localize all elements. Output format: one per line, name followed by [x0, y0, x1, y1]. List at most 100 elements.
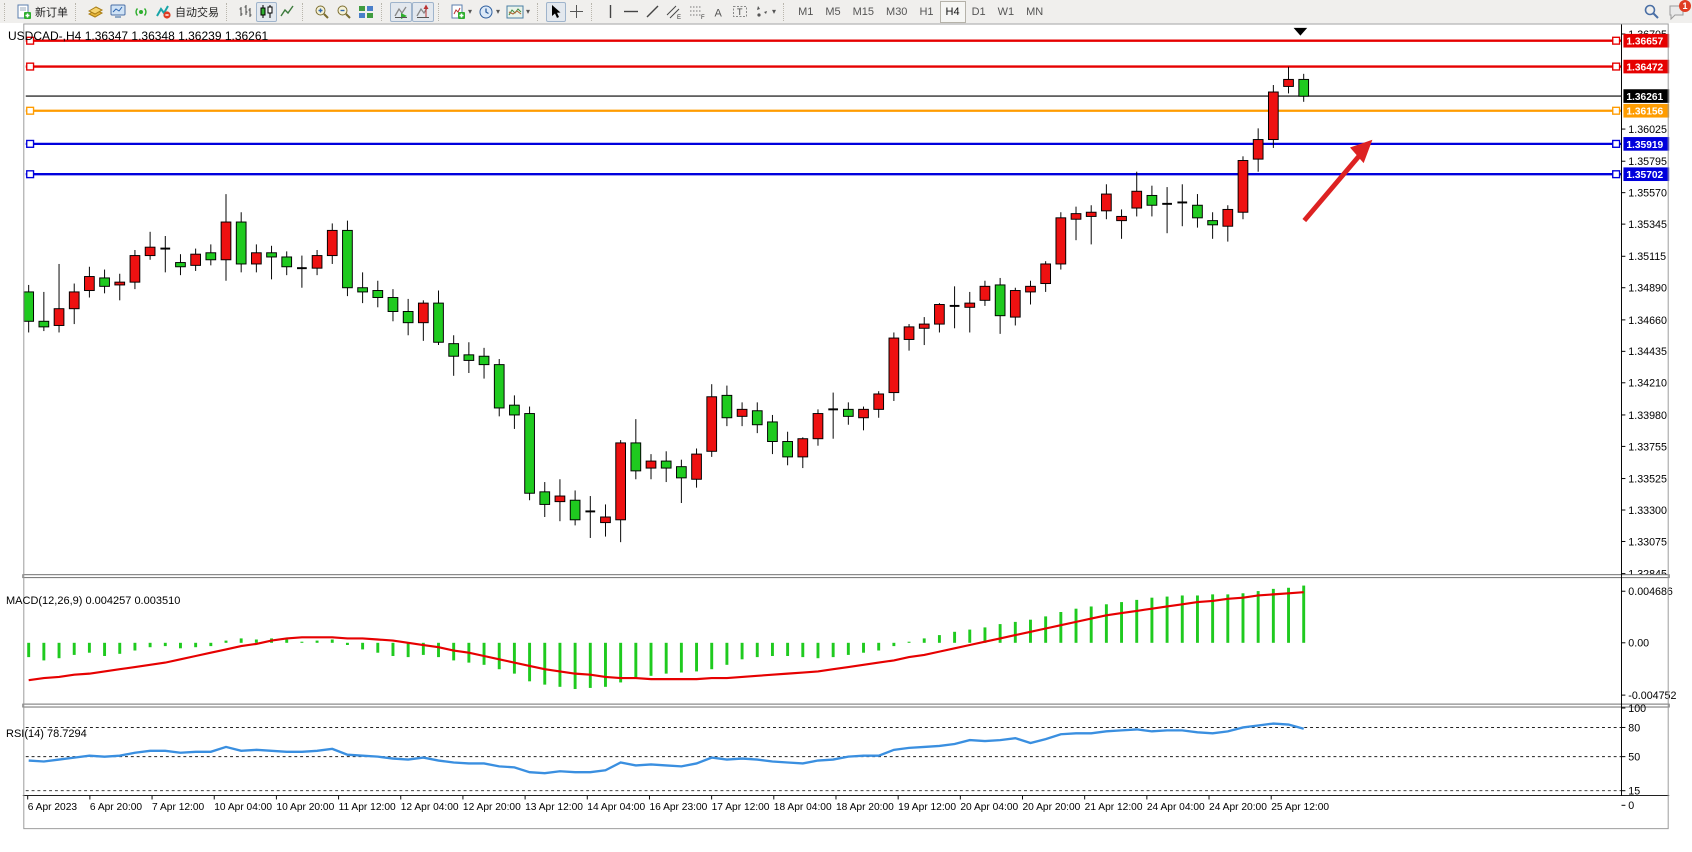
dropdown-caret: ▾: [772, 7, 776, 16]
timeframe-MN[interactable]: MN: [1020, 1, 1049, 23]
notifications-button[interactable]: 1: [1668, 4, 1686, 20]
panel-splitter[interactable]: [23, 575, 1669, 578]
auto-trading-label: 自动交易: [175, 4, 219, 20]
time-tick-label: 12 Apr 04:00: [401, 802, 459, 813]
bull-candle: [115, 282, 125, 285]
equidistant-channel-tool-button[interactable]: E: [663, 2, 686, 22]
indicators-button[interactable]: ▾: [447, 2, 475, 22]
bull-candle: [312, 256, 322, 269]
price-tag-label: 1.36261: [1626, 92, 1663, 103]
time-tick-label: 18 Apr 20:00: [836, 802, 894, 813]
bear-candle: [540, 492, 550, 505]
rsi-tick-label: 0: [1628, 800, 1634, 812]
line-handle[interactable]: [27, 63, 34, 70]
arrows-tool-button[interactable]: ▾: [751, 2, 779, 22]
timeframe-M1[interactable]: M1: [792, 1, 819, 23]
line-handle[interactable]: [27, 140, 34, 147]
macd-tick-label: 0.00: [1628, 638, 1649, 650]
templates-button[interactable]: ▾: [503, 2, 533, 22]
bear-candle: [373, 291, 383, 298]
new-order-label: 新订单: [35, 4, 68, 20]
price-tick-label: 1.35570: [1628, 188, 1667, 200]
macd-indicator-label: MACD(12,26,9) 0.004257 0.003510: [6, 595, 180, 607]
trendline-tool-button[interactable]: [642, 2, 663, 22]
vertical-line-icon: [604, 4, 617, 19]
timeframe-W1[interactable]: W1: [992, 1, 1021, 23]
bull-candle: [859, 409, 869, 417]
text-icon: A: [712, 5, 726, 19]
timeframe-H1[interactable]: H1: [913, 1, 939, 23]
price-tag-label: 1.36472: [1626, 62, 1663, 73]
text-label-tool-button[interactable]: T: [729, 2, 751, 22]
fibonacci-tool-button[interactable]: F: [686, 2, 709, 22]
vertical-line-tool-button[interactable]: [600, 2, 620, 22]
bull-candle: [935, 305, 945, 325]
timeframe-M30[interactable]: M30: [880, 1, 913, 23]
line-handle[interactable]: [1613, 63, 1620, 70]
symbol-period: USDCAD-,H4: [8, 29, 81, 43]
chart-canvas[interactable]: 1.367051.360251.357951.355701.353451.351…: [0, 23, 1692, 852]
chart-shift-icon: [415, 4, 431, 19]
line-handle[interactable]: [1613, 140, 1620, 147]
bear-candle: [768, 422, 778, 442]
tile-windows-button[interactable]: [355, 2, 377, 22]
toolbar-separator: [591, 3, 597, 21]
notification-badge: 1: [1679, 0, 1691, 12]
timeframe-M5[interactable]: M5: [819, 1, 846, 23]
candlestick-mode-button[interactable]: [256, 2, 277, 22]
zoom-in-button[interactable]: [311, 2, 333, 22]
line-handle[interactable]: [27, 171, 34, 178]
price-tick-label: 1.33755: [1628, 441, 1667, 453]
line-chart-mode-button[interactable]: [277, 2, 298, 22]
price-tick-label: 1.34435: [1628, 346, 1667, 358]
bull-candle: [418, 303, 428, 323]
line-handle[interactable]: [1613, 171, 1620, 178]
chart-shift-button[interactable]: [412, 2, 434, 22]
clock-icon: [478, 4, 494, 20]
bull-candle: [965, 303, 975, 307]
timeframe-D1[interactable]: D1: [966, 1, 992, 23]
cursor-tool-button[interactable]: [546, 2, 566, 22]
bull-candle: [1026, 286, 1036, 292]
price-tick-label: 1.35345: [1628, 219, 1667, 231]
time-tick-label: 24 Apr 04:00: [1147, 802, 1205, 813]
fibonacci-icon: F: [689, 4, 706, 20]
bull-candle: [1117, 216, 1127, 220]
bear-candle: [1147, 195, 1157, 205]
toolbar-separator: [226, 3, 232, 21]
bar-chart-mode-button[interactable]: [235, 2, 256, 22]
crosshair-tool-button[interactable]: [566, 2, 587, 22]
text-tool-button[interactable]: A: [709, 2, 729, 22]
bear-candle: [722, 395, 732, 417]
line-handle[interactable]: [27, 107, 34, 114]
panel-splitter[interactable]: [23, 704, 1669, 707]
bull-candle: [1284, 79, 1294, 86]
bull-candle: [1268, 92, 1278, 140]
line-handle[interactable]: [1613, 107, 1620, 114]
trendline-icon: [645, 4, 660, 19]
indicators-icon: [450, 4, 466, 20]
new-order-button[interactable]: 新订单: [13, 2, 71, 22]
timeframe-M15[interactable]: M15: [847, 1, 880, 23]
signals-button[interactable]: [130, 2, 152, 22]
bull-candle: [904, 327, 914, 340]
zoom-out-button[interactable]: [333, 2, 355, 22]
bull-candle: [130, 256, 140, 283]
horizontal-line-tool-button[interactable]: [620, 2, 642, 22]
bull-candle: [1223, 209, 1233, 226]
ohlc-bars-icon: [238, 4, 253, 19]
line-handle[interactable]: [1613, 37, 1620, 44]
zoom-out-icon: [336, 4, 352, 20]
time-tick-label: 21 Apr 12:00: [1085, 802, 1143, 813]
auto-scroll-button[interactable]: [390, 2, 412, 22]
periods-button[interactable]: ▾: [475, 2, 503, 22]
market-watch-button[interactable]: [107, 2, 130, 22]
history-center-button[interactable]: [84, 2, 107, 22]
rsi-tick-label: 50: [1628, 752, 1640, 764]
monitor-icon: [110, 4, 127, 19]
rsi-value: 78.7294: [47, 728, 87, 740]
price-tick-label: 1.33300: [1628, 505, 1667, 517]
auto-trading-button[interactable]: 自动交易: [152, 2, 222, 22]
timeframe-H4[interactable]: H4: [940, 1, 966, 23]
search-icon[interactable]: [1643, 3, 1660, 20]
